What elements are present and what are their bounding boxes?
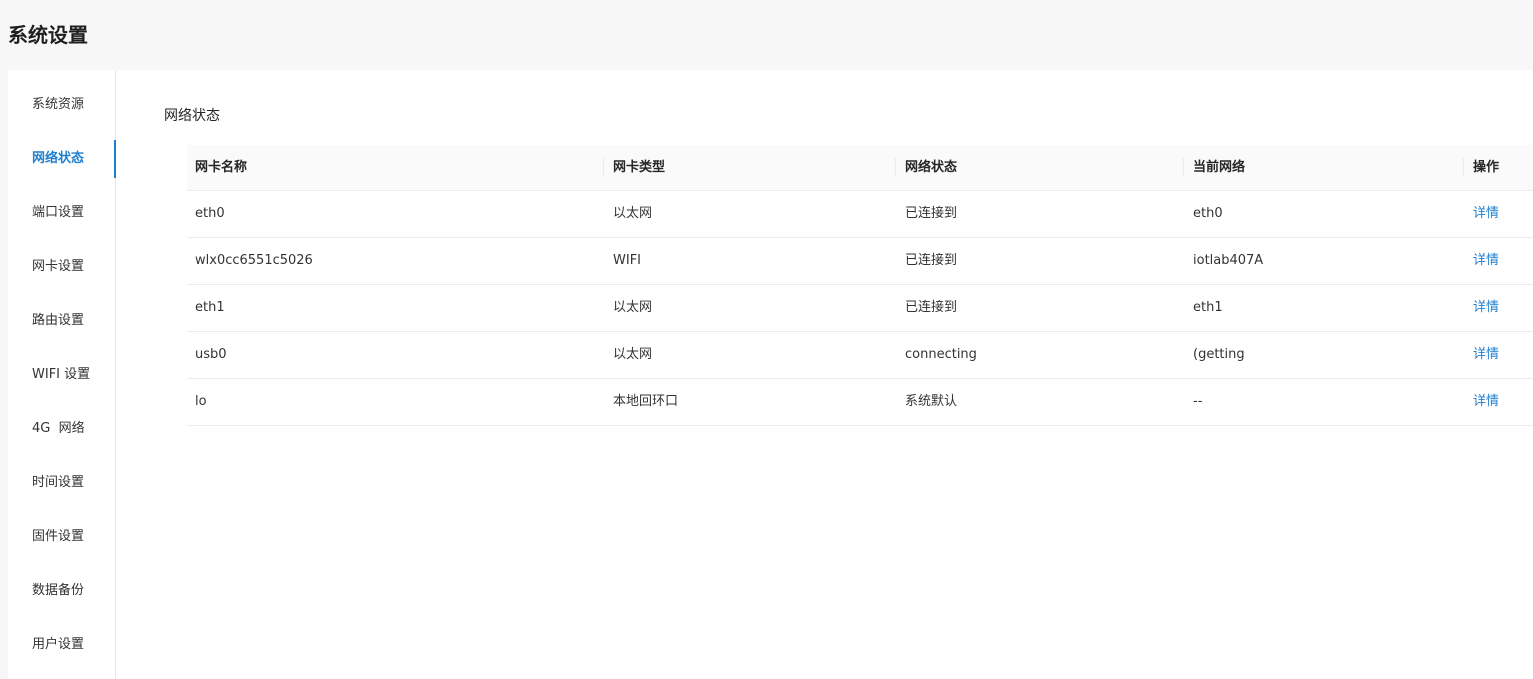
section-title: 网络状态 [164,108,220,124]
column-header-network-status: 网络状态 [905,160,958,175]
network-status-cell: 已连接到 [905,300,958,315]
content-panel: 系统资源 网络状态 端口设置 网卡设置 路由设置 WIFI 设置 4G 网络 时… [8,70,1533,679]
network-status-cell: connecting [905,347,977,362]
network-status-cell: 已连接到 [905,253,958,268]
sidebar-item-nic-settings[interactable]: 网卡设置 [8,248,115,286]
nic-name-cell: eth1 [195,300,225,315]
sidebar-item-system-resources[interactable]: 系统资源 [8,86,115,124]
sidebar-item-route-settings[interactable]: 路由设置 [8,302,115,340]
page-header: 系统设置 [0,0,1533,70]
details-link[interactable]: 详情 [1473,332,1499,378]
nic-name-cell: eth0 [195,206,225,221]
column-header-nic-type: 网卡类型 [613,160,666,175]
details-link[interactable]: 详情 [1473,238,1499,284]
column-divider [1463,158,1464,177]
column-divider [1183,158,1184,177]
nic-type-cell: WIFI [613,253,641,268]
table-header-row: 网卡名称 网卡类型 网络状态 当前网络 操作 [187,145,1533,191]
nic-name-cell: usb0 [195,347,227,362]
page-title: 系统设置 [8,23,88,47]
network-status-table: 网卡名称 网卡类型 网络状态 当前网络 操作 eth0 以太网 已连接到 eth… [187,145,1533,426]
nic-type-cell: 以太网 [613,347,653,362]
column-header-current-network: 当前网络 [1193,160,1246,175]
sidebar-item-port-settings[interactable]: 端口设置 [8,194,115,232]
sidebar-item-wifi-settings[interactable]: WIFI 设置 [8,356,115,394]
sidebar-item-network-status[interactable]: 网络状态 [8,140,116,178]
current-network-cell: iotlab407A [1193,253,1264,268]
nic-type-cell: 本地回环口 [613,394,679,409]
details-link[interactable]: 详情 [1473,285,1499,331]
current-network-cell: eth0 [1193,206,1223,221]
table-row: wlx0cc6551c5026 WIFI 已连接到 iotlab407A 详情 [187,238,1533,285]
details-link[interactable]: 详情 [1473,191,1499,237]
current-network-cell: -- [1193,394,1203,409]
nic-type-cell: 以太网 [613,206,653,221]
nic-type-cell: 以太网 [613,300,653,315]
nic-name-cell: wlx0cc6551c5026 [195,253,313,268]
sidebar-item-firmware-settings[interactable]: 固件设置 [8,518,115,556]
column-divider [895,158,896,177]
column-header-action: 操作 [1473,160,1500,175]
sidebar-nav: 系统资源 网络状态 端口设置 网卡设置 路由设置 WIFI 设置 4G 网络 时… [8,70,116,679]
table-row: eth0 以太网 已连接到 eth0 详情 [187,191,1533,238]
table-row: eth1 以太网 已连接到 eth1 详情 [187,285,1533,332]
column-header-nic-name: 网卡名称 [195,160,248,175]
column-divider [603,158,604,177]
sidebar-item-time-settings[interactable]: 时间设置 [8,464,115,502]
table-row: lo 本地回环口 系统默认 -- 详情 [187,379,1533,426]
sidebar-item-user-settings[interactable]: 用户设置 [8,626,115,664]
nic-name-cell: lo [195,394,207,409]
sidebar-item-data-backup[interactable]: 数据备份 [8,572,115,610]
details-link[interactable]: 详情 [1473,379,1499,425]
table-row: usb0 以太网 connecting (getting 详情 [187,332,1533,379]
network-status-cell: 系统默认 [905,394,958,409]
sidebar-item-4g-network[interactable]: 4G 网络 [8,410,115,448]
network-status-cell: 已连接到 [905,206,958,221]
current-network-cell: eth1 [1193,300,1223,315]
current-network-cell: (getting [1193,347,1245,362]
